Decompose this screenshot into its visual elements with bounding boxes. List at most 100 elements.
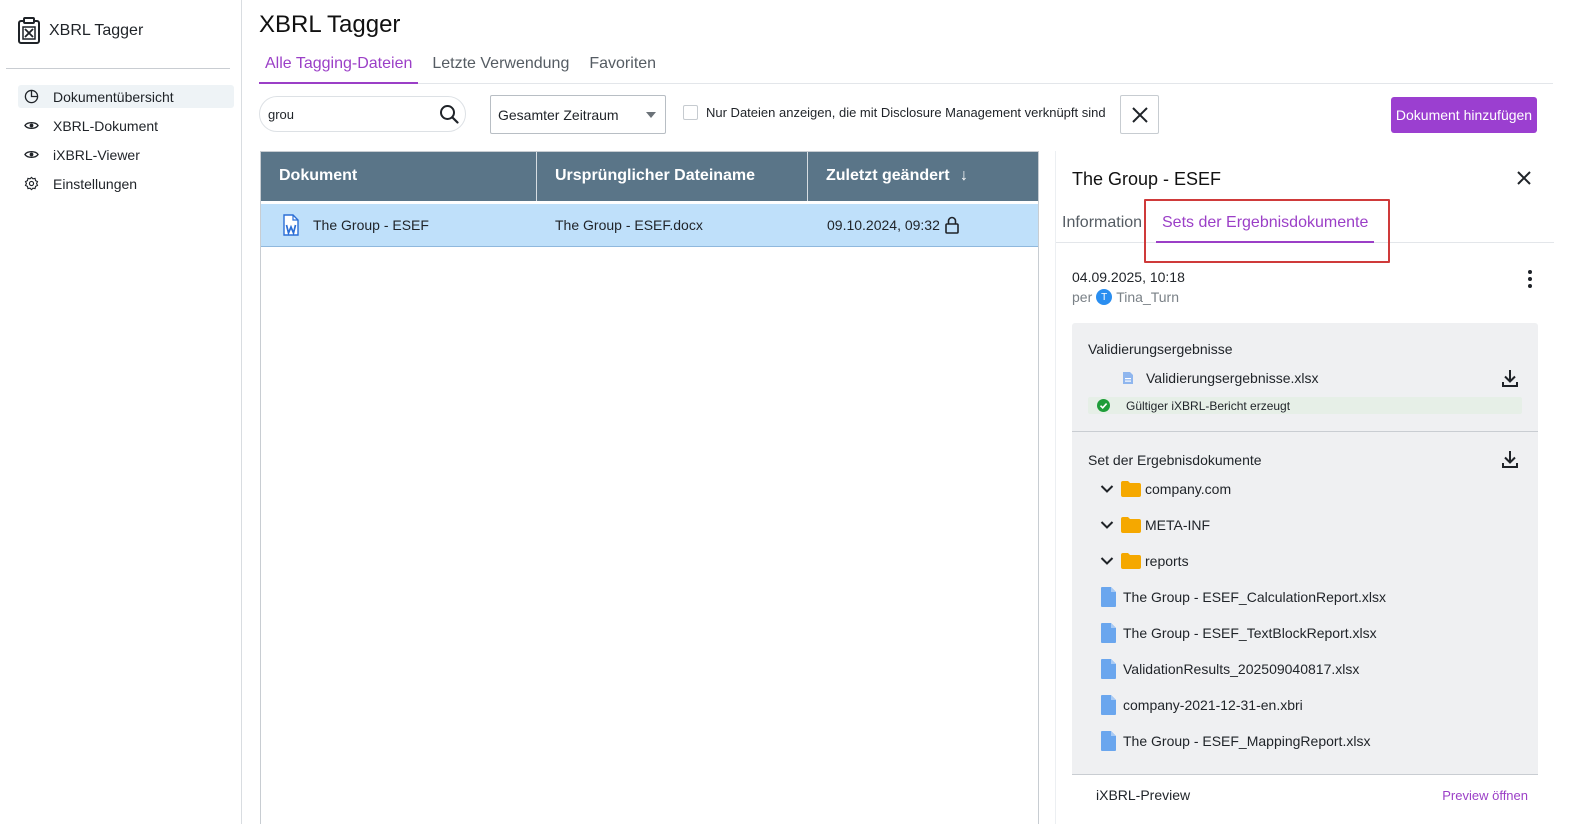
preview-label: iXBRL-Preview <box>1096 787 1191 803</box>
tab-alle-tagging-dateien[interactable]: Alle Tagging-Dateien <box>259 50 419 84</box>
result-set-card: Validierungsergebnisse Validierungsergeb… <box>1072 323 1538 824</box>
detail-panel: The Group - ESEF Information Sets der Er… <box>1055 151 1554 824</box>
file-name: The Group - ESEF_MappingReport.xlsx <box>1123 733 1371 749</box>
panel-title: The Group - ESEF <box>1072 169 1222 189</box>
document-name: The Group - ESEF <box>313 217 429 233</box>
result-set-date: 04.09.2025, 10:18 <box>1072 269 1185 285</box>
result-set-author: per T Tina_Turn <box>1072 289 1179 305</box>
search-box <box>259 96 466 132</box>
app-name: XBRL Tagger <box>49 22 144 39</box>
file-name: The Group - ESEF_CalculationReport.xlsx <box>1123 589 1386 605</box>
file-item[interactable]: company-2021-12-31-en.xbri <box>1100 694 1303 716</box>
chevron-down-icon <box>1100 485 1114 493</box>
sidebar-item-label: iXBRL-Viewer <box>53 146 140 163</box>
time-range-select[interactable]: Gesamter Zeitraum <box>490 95 666 134</box>
documents-table: Dokument Ursprünglicher Dateiname Zuletz… <box>260 151 1039 824</box>
table-row[interactable]: The Group - ESEF The Group - ESEF.docx 0… <box>261 204 1038 247</box>
sort-down-icon: ↓ <box>960 167 969 184</box>
disclosure-filter: Nur Dateien anzeigen, die mit Disclosure… <box>683 105 1106 120</box>
preview-row: iXBRL-Preview Preview öffnen <box>1072 774 1538 824</box>
sidebar-item-ixbrl-viewer[interactable]: iXBRL-Viewer <box>18 143 234 166</box>
cell-modified: 09.10.2024, 09:32 <box>808 216 1038 234</box>
file-item[interactable]: The Group - ESEF_TextBlockReport.xlsx <box>1100 622 1377 644</box>
disclosure-checkbox[interactable] <box>683 105 698 120</box>
caret-down-icon <box>646 112 656 118</box>
file-item[interactable]: The Group - ESEF_CalculationReport.xlsx <box>1100 586 1386 608</box>
sidebar-item-xbrl-dokument[interactable]: XBRL-Dokument <box>18 114 234 137</box>
download-icon[interactable] <box>1500 449 1520 469</box>
column-header-zuletzt-geaendert[interactable]: Zuletzt geändert ↓ <box>808 152 1038 201</box>
column-header-dateiname[interactable]: Ursprünglicher Dateiname <box>537 152 808 201</box>
more-options-icon[interactable] <box>1527 269 1533 289</box>
modified-date: 09.10.2024, 09:32 <box>827 217 940 233</box>
tab-letzte-verwendung[interactable]: Letzte Verwendung <box>426 50 575 84</box>
brand[interactable]: XBRL Tagger <box>16 16 143 46</box>
validation-file-name: Validierungsergebnisse.xlsx <box>1146 370 1319 386</box>
folder-item[interactable]: company.com <box>1100 478 1231 500</box>
file-name: ValidationResults_202509040817.xlsx <box>1123 661 1360 677</box>
main-tabs: Alle Tagging-Dateien Letzte Verwendung F… <box>259 50 1553 84</box>
author-name: Tina_Turn <box>1116 289 1180 305</box>
page-title: XBRL Tagger <box>259 11 401 38</box>
sidebar-item-label: XBRL-Dokument <box>53 117 159 134</box>
lock-icon <box>945 216 959 234</box>
app-logo-icon <box>18 17 40 44</box>
sidebar-item-einstellungen[interactable]: Einstellungen <box>18 172 234 195</box>
file-item[interactable]: ValidationResults_202509040817.xlsx <box>1100 658 1359 680</box>
avatar: T <box>1096 289 1113 305</box>
close-icon <box>1131 106 1148 123</box>
sidebar-item-label: Einstellungen <box>53 175 138 192</box>
chevron-down-icon <box>1100 557 1114 565</box>
section-divider <box>1072 431 1538 432</box>
gear-icon <box>24 176 39 191</box>
sidebar-divider <box>6 68 230 69</box>
tab-information[interactable]: Information <box>1062 214 1142 232</box>
sidebar-nav: Dokumentübersicht XBRL-Dokument iXBRL-Vi… <box>18 85 234 201</box>
file-name: company-2021-12-31-en.xbri <box>1123 697 1303 713</box>
add-document-button[interactable]: Dokument hinzufügen <box>1391 97 1537 133</box>
search-icon[interactable] <box>439 104 459 124</box>
author-prefix: per <box>1072 289 1093 305</box>
column-header-dokument[interactable]: Dokument <box>261 152 537 201</box>
tab-favoriten[interactable]: Favoriten <box>583 50 662 84</box>
highlight-annotation <box>1144 199 1390 263</box>
word-file-icon <box>283 214 299 236</box>
search-input[interactable] <box>268 106 428 122</box>
validation-title: Validierungsergebnisse <box>1088 341 1233 357</box>
status-text: Gültiger iXBRL-Bericht erzeugt <box>1126 398 1291 413</box>
status-badge: Gültiger iXBRL-Bericht erzeugt <box>1088 397 1522 414</box>
download-icon[interactable] <box>1500 368 1520 388</box>
file-icon <box>1101 623 1116 643</box>
close-icon[interactable] <box>1515 169 1533 187</box>
sidebar: XBRL Tagger Dokumentübersicht XBRL-Dokum… <box>0 0 242 824</box>
file-icon <box>1101 587 1116 607</box>
cell-document: The Group - ESEF <box>261 214 537 236</box>
pie-chart-icon <box>24 89 39 104</box>
spreadsheet-file-icon <box>1123 372 1133 384</box>
column-header-label: Zuletzt geändert <box>826 167 950 184</box>
file-icon <box>1101 731 1116 751</box>
preview-open-link[interactable]: Preview öffnen <box>1442 788 1528 803</box>
file-name: The Group - ESEF_TextBlockReport.xlsx <box>1123 625 1377 641</box>
file-icon <box>1101 659 1116 679</box>
folder-item[interactable]: META-INF <box>1100 514 1210 536</box>
clear-filter-button[interactable] <box>1120 95 1159 134</box>
folder-icon <box>1121 517 1141 533</box>
folder-name: reports <box>1145 553 1189 569</box>
validation-file[interactable]: Validierungsergebnisse.xlsx <box>1122 370 1319 386</box>
eye-icon <box>24 151 39 158</box>
folder-icon <box>1121 481 1141 497</box>
cell-filename: The Group - ESEF.docx <box>555 217 703 233</box>
result-set-title: Set der Ergebnisdokumente <box>1088 452 1262 468</box>
folder-name: company.com <box>1145 481 1232 497</box>
eye-icon <box>24 122 39 129</box>
disclosure-checkbox-label: Nur Dateien anzeigen, die mit Disclosure… <box>706 105 1106 120</box>
sidebar-item-dokumentuebersicht[interactable]: Dokumentübersicht <box>18 85 234 108</box>
check-circle-icon <box>1097 399 1110 412</box>
time-range-value: Gesamter Zeitraum <box>498 106 619 123</box>
table-header: Dokument Ursprünglicher Dateiname Zuletz… <box>261 152 1038 201</box>
file-icon <box>1101 695 1116 715</box>
folder-name: META-INF <box>1145 517 1211 533</box>
file-item[interactable]: The Group - ESEF_MappingReport.xlsx <box>1100 730 1370 752</box>
folder-item[interactable]: reports <box>1100 550 1189 572</box>
